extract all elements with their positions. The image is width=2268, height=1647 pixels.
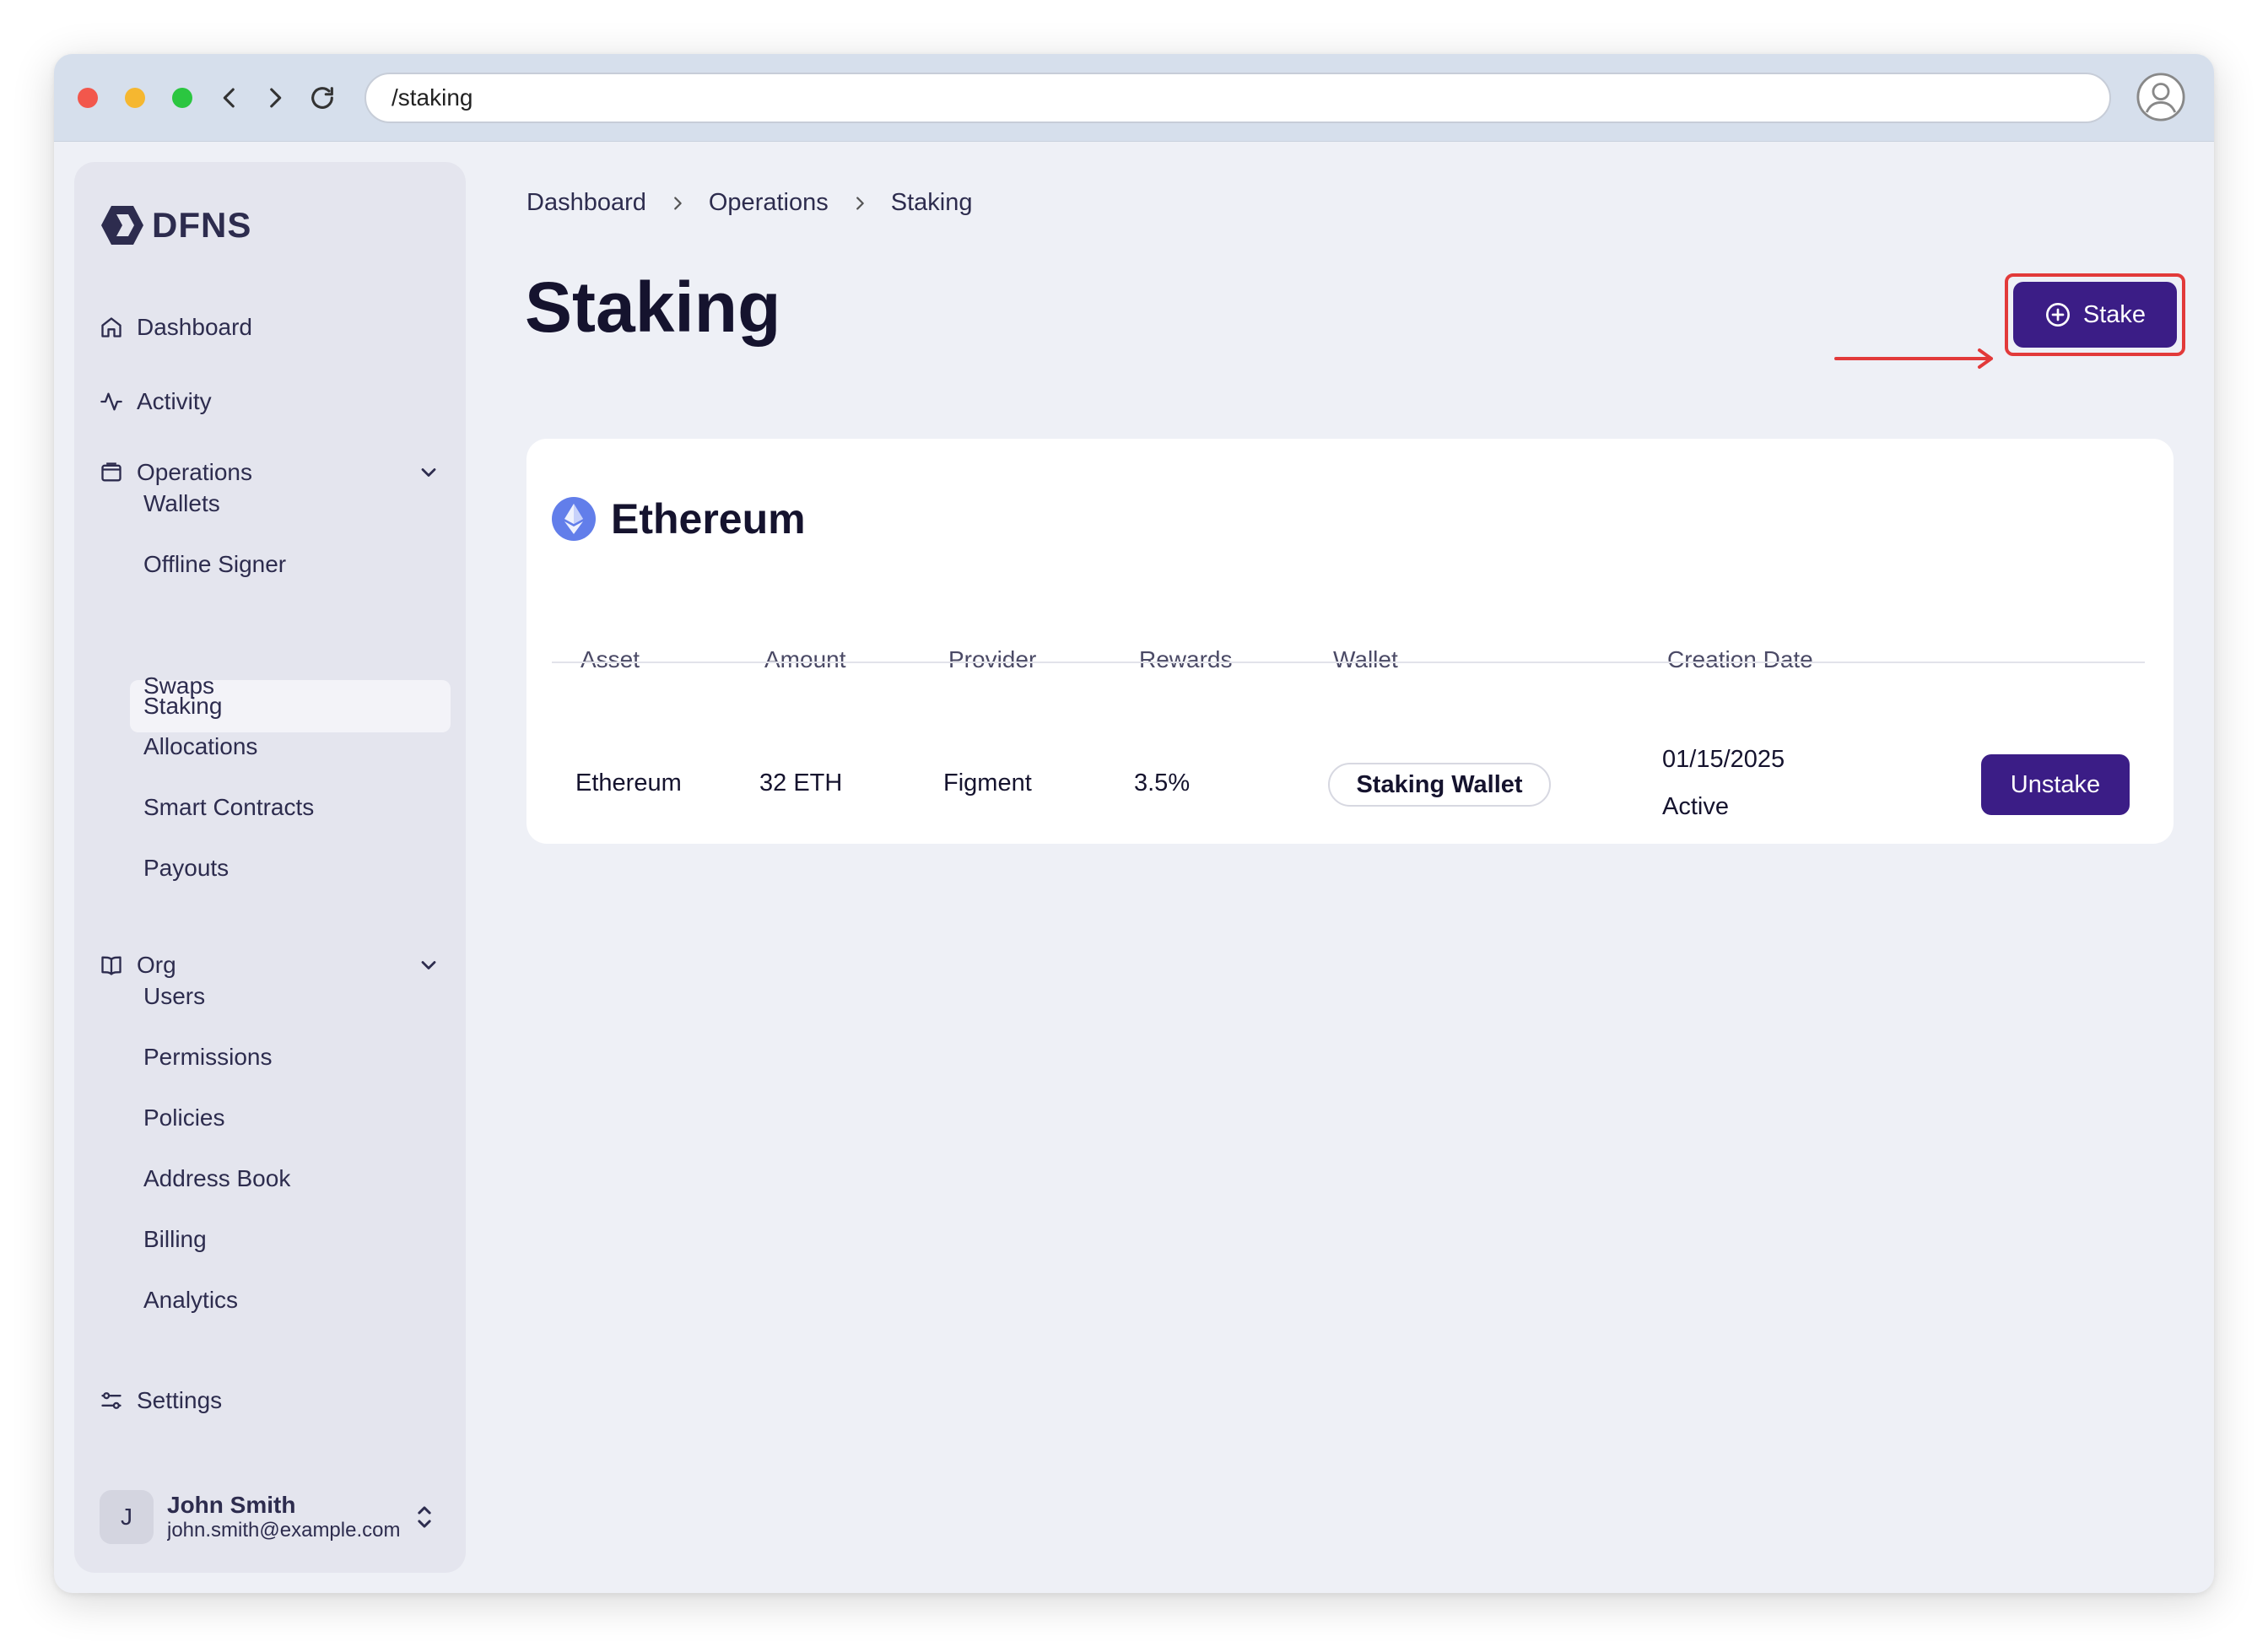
sidebar-item-payouts[interactable]: Payouts	[130, 842, 451, 894]
staking-card-ethereum: Ethereum Asset Amount Provider Rewards W…	[526, 439, 2174, 844]
reload-button[interactable]	[304, 79, 341, 116]
stake-button[interactable]: Stake	[2013, 282, 2177, 348]
breadcrumb: Dashboard Operations Staking	[526, 189, 972, 217]
activity-icon	[100, 392, 122, 411]
sidebar-item-settings[interactable]: Settings	[100, 1387, 222, 1414]
cell-rewards: 3.5%	[1134, 770, 1191, 796]
browser-titlebar: /staking	[54, 54, 2214, 142]
plus-circle-icon	[2045, 303, 2070, 327]
card-title: Ethereum	[611, 495, 806, 543]
page-title: Staking	[525, 267, 781, 347]
user-info: John Smith john.smith@example.com	[167, 1492, 403, 1542]
column-header-rewards: Rewards	[1139, 646, 1233, 672]
sidebar-item-label: Activity	[137, 388, 212, 414]
minimize-window-button[interactable]	[125, 88, 145, 108]
card-header: Ethereum	[552, 494, 806, 543]
home-icon	[101, 317, 122, 338]
user-circle-icon	[2136, 73, 2185, 122]
wallet-badge[interactable]: Staking Wallet	[1328, 763, 1551, 807]
cell-provider: Figment	[943, 770, 1032, 796]
wallet-icon	[101, 462, 122, 482]
unstake-button[interactable]: Unstake	[1981, 754, 2130, 815]
sidebar-item-activity[interactable]: Activity	[100, 388, 212, 415]
sidebar-item-swaps[interactable]: Swaps	[130, 660, 451, 712]
chevron-up-down-icon	[418, 1506, 431, 1528]
back-button[interactable]	[211, 79, 248, 116]
chevron-right-icon	[270, 88, 282, 108]
sidebar-item-users[interactable]: Users	[130, 970, 451, 1023]
maximize-window-button[interactable]	[172, 88, 192, 108]
ethereum-icon	[552, 497, 596, 541]
sidebar-item-wallets[interactable]: Wallets	[130, 478, 451, 530]
settings-sliders-icon	[101, 1392, 122, 1409]
column-header-asset: Asset	[580, 646, 640, 672]
chevron-left-icon	[223, 88, 235, 108]
url-bar[interactable]: /staking	[364, 73, 2111, 123]
sidebar-item-analytics[interactable]: Analytics	[130, 1274, 451, 1326]
sidebar-item-address-book[interactable]: Address Book	[130, 1153, 451, 1205]
sidebar-item-label: Dashboard	[137, 314, 252, 340]
sidebar-item-offline-signer[interactable]: Offline Signer	[130, 538, 451, 591]
avatar: J	[100, 1490, 154, 1544]
breadcrumb-operations[interactable]: Operations	[709, 189, 829, 217]
sidebar-item-dashboard[interactable]: Dashboard	[100, 314, 252, 341]
status-text: Active	[1662, 793, 1729, 820]
sidebar-item-allocations[interactable]: Allocations	[130, 721, 451, 773]
cell-asset: Ethereum	[575, 770, 682, 796]
table-header-divider	[552, 662, 2145, 663]
browser-window: /staking DFNS Dashboard Activity Operati…	[54, 54, 2214, 1593]
chevron-right-icon	[856, 196, 864, 210]
dfns-logo-icon	[101, 206, 143, 245]
column-header-wallet: Wallet	[1333, 646, 1398, 672]
reload-icon	[311, 87, 333, 109]
chevron-right-icon	[674, 196, 682, 210]
breadcrumb-staking: Staking	[890, 189, 973, 216]
breadcrumb-dashboard[interactable]: Dashboard	[526, 189, 646, 217]
sidebar: DFNS Dashboard Activity Operations Walle…	[74, 162, 466, 1573]
column-header-creation-date: Creation Date	[1667, 646, 1813, 672]
cell-amount: 32 ETH	[759, 770, 843, 796]
book-icon	[101, 956, 122, 975]
logo-text: DFNS	[152, 205, 252, 245]
stake-button-label: Stake	[2082, 300, 2146, 328]
sidebar-item-billing[interactable]: Billing	[130, 1213, 451, 1266]
browser-profile-button[interactable]	[2135, 71, 2187, 123]
sidebar-item-policies[interactable]: Policies	[130, 1092, 451, 1144]
sidebar-item-label: Settings	[137, 1387, 223, 1413]
column-header-amount: Amount	[764, 646, 846, 672]
user-menu[interactable]: J John Smith john.smith@example.com	[100, 1487, 440, 1547]
user-name: John Smith	[167, 1492, 296, 1518]
annotation-arrow	[1834, 348, 1993, 369]
dfns-logo[interactable]: DFNS	[100, 204, 251, 246]
sidebar-item-smart-contracts[interactable]: Smart Contracts	[130, 781, 451, 834]
column-header-provider: Provider	[948, 646, 1037, 672]
sidebar-item-permissions[interactable]: Permissions	[130, 1031, 451, 1083]
close-window-button[interactable]	[78, 88, 98, 108]
user-email: john.smith@example.com	[167, 1519, 401, 1542]
forward-button[interactable]	[256, 79, 294, 116]
cell-creation-date: 01/15/2025	[1662, 746, 1785, 773]
